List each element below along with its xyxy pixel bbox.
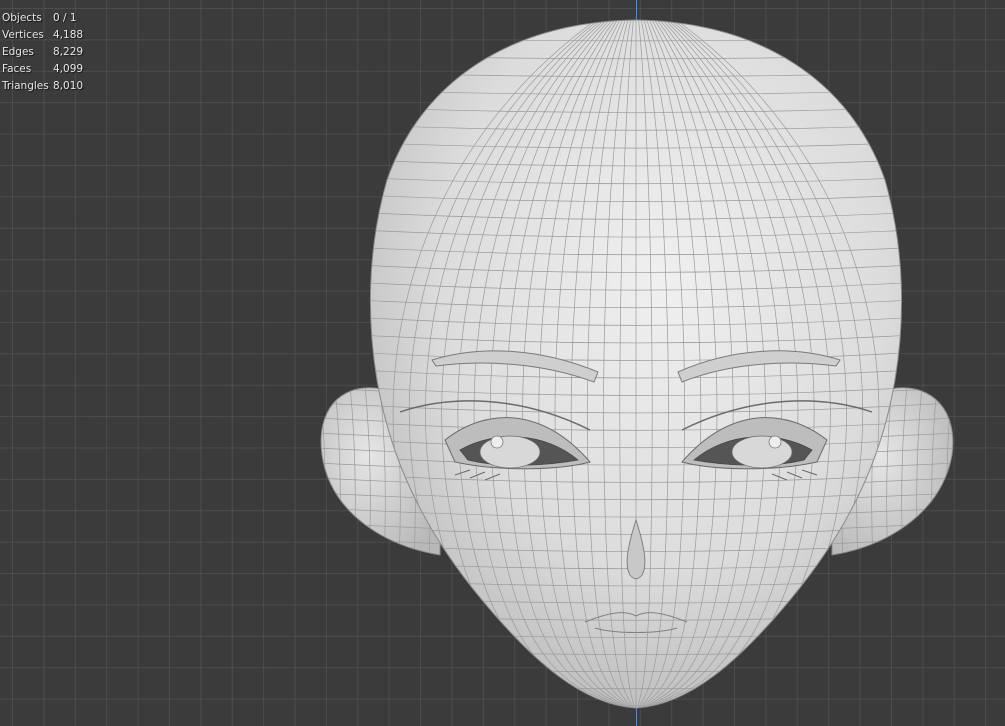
stat-value: 8,010 [53, 80, 84, 92]
stat-label: Triangles [2, 80, 49, 92]
stat-row-edges: Edges 8,229 [2, 44, 83, 61]
stat-value: 0 / 1 [53, 12, 77, 24]
stat-row-vertices: Vertices 4,188 [2, 27, 83, 44]
stat-row-objects: Objects 0 / 1 [2, 10, 83, 27]
stat-value: 4,099 [53, 63, 84, 75]
stat-row-faces: Faces 4,099 [2, 61, 83, 78]
statistics-overlay: Objects 0 / 1 Vertices 4,188 Edges 8,229… [2, 10, 83, 95]
stat-value: 8,229 [53, 46, 84, 58]
stat-label: Faces [2, 63, 32, 75]
stat-label: Edges [2, 46, 34, 58]
stat-value: 4,188 [53, 29, 84, 41]
stat-row-triangles: Triangles 8,010 [2, 78, 83, 95]
stat-label: Vertices [2, 29, 44, 41]
head-mesh[interactable] [0, 0, 1005, 726]
3d-viewport[interactable]: Objects 0 / 1 Vertices 4,188 Edges 8,229… [0, 0, 1005, 726]
stat-label: Objects [2, 12, 42, 24]
